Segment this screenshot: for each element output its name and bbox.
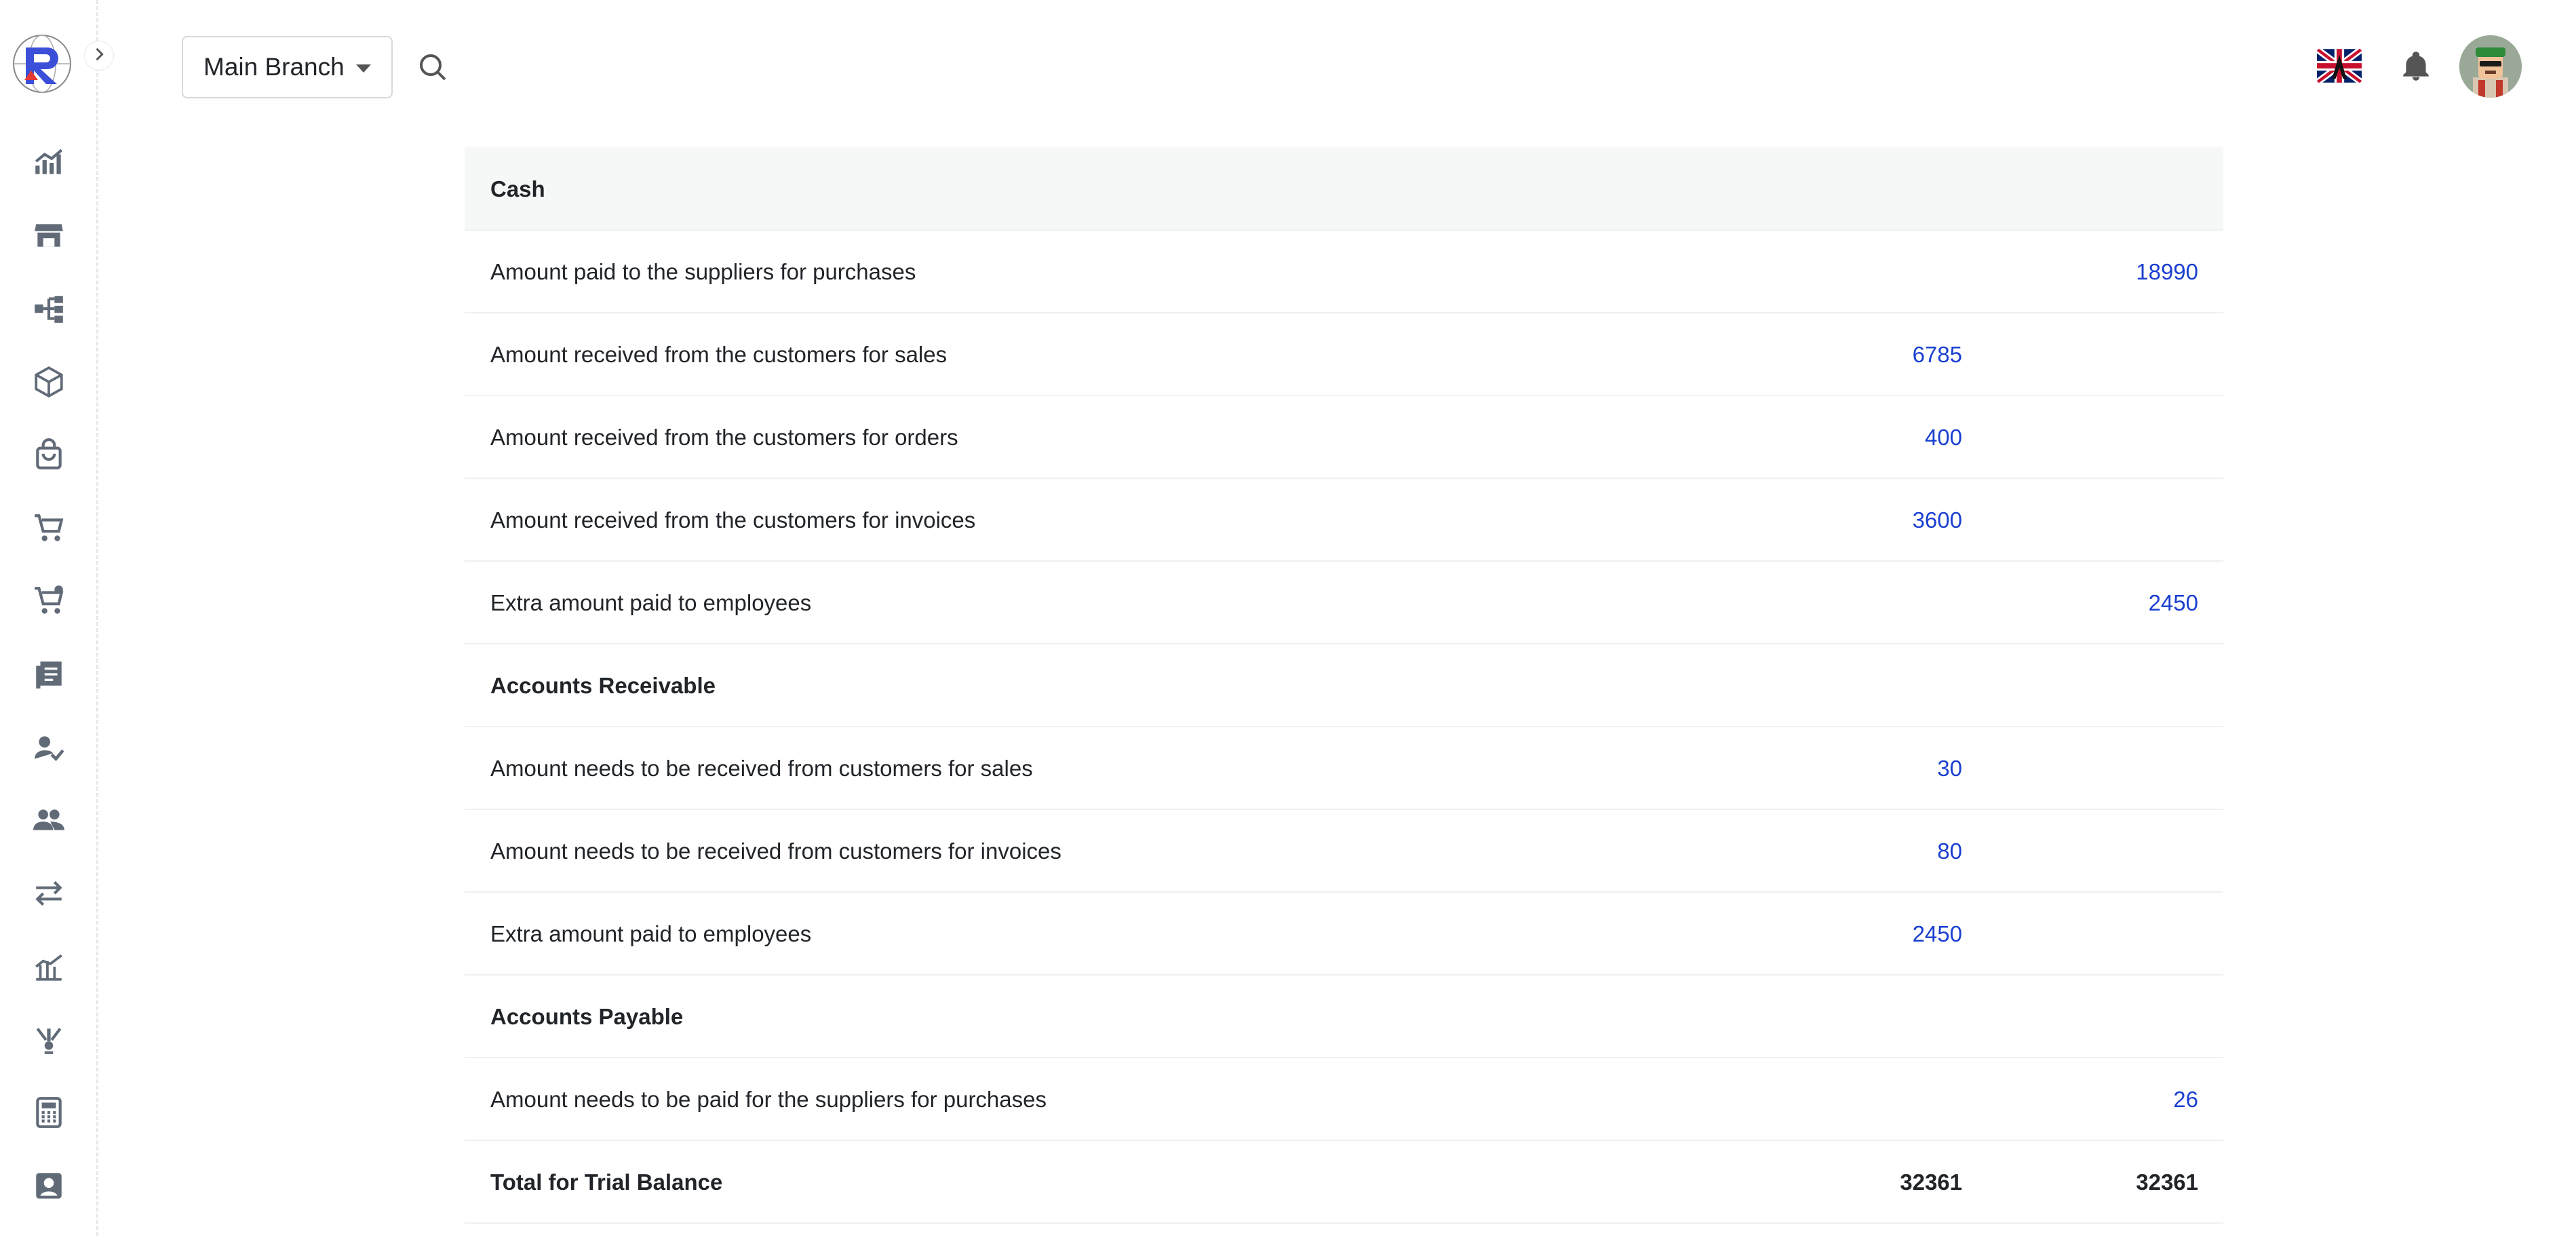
table-row: Amount needs to be received from custome…	[465, 810, 2223, 893]
store-icon[interactable]	[30, 216, 68, 254]
row-debit[interactable]: 80	[1759, 810, 1962, 893]
row-credit	[1995, 893, 2198, 976]
chevron-right-icon	[90, 45, 109, 67]
row-debit[interactable]: 30	[1759, 727, 1962, 810]
section-header-row: Cash	[465, 148, 2223, 231]
row-debit	[1759, 562, 1962, 644]
table-row: Amount received from the customers for s…	[465, 313, 2223, 396]
contact-icon[interactable]	[30, 1167, 68, 1205]
row-label: Extra amount paid to employees	[490, 590, 812, 615]
row-label: Accounts Payable	[490, 1004, 684, 1029]
row-debit[interactable]: 6785	[1759, 313, 1962, 396]
user-check-icon[interactable]	[30, 729, 68, 767]
row-debit: 32361	[1900, 1170, 1962, 1195]
row-label: Amount needs to be received from custome…	[490, 838, 1061, 864]
row-debit[interactable]: 400	[1759, 396, 1962, 479]
search-icon[interactable]	[416, 51, 449, 83]
row-label: Amount needs to be paid for the supplier…	[490, 1087, 1047, 1112]
cart-plus-icon[interactable]	[30, 582, 68, 620]
receipt-icon[interactable]	[30, 655, 68, 693]
row-debit	[1759, 644, 1962, 727]
branch-select-label: Main Branch	[203, 53, 345, 81]
hierarchy-icon[interactable]	[30, 290, 68, 328]
total-row: Total for Trial Balance 32361 32361	[465, 1141, 2223, 1224]
bell-icon[interactable]	[2399, 49, 2433, 84]
row-credit	[1995, 644, 2198, 727]
row-label: Total for Trial Balance	[490, 1170, 723, 1195]
row-credit	[1995, 313, 2198, 396]
calculator-icon[interactable]	[30, 1094, 68, 1132]
row-credit	[1995, 727, 2198, 810]
table-row: Amount received from the customers for i…	[465, 479, 2223, 562]
sidebar	[0, 0, 98, 1236]
table-row: Amount needs to be paid for the supplier…	[465, 1058, 2223, 1141]
row-credit	[1995, 479, 2198, 562]
chevron-down-icon	[356, 64, 371, 73]
row-label: Extra amount paid to employees	[490, 921, 812, 946]
sidebar-toggle-button[interactable]	[84, 41, 114, 71]
box-icon[interactable]	[30, 363, 68, 401]
transfer-icon[interactable]	[30, 874, 68, 912]
avatar[interactable]	[2459, 35, 2522, 98]
row-credit[interactable]: 18990	[1995, 231, 2198, 313]
row-debit	[1759, 976, 1962, 1058]
shopping-bag-icon[interactable]	[30, 436, 68, 474]
row-credit	[1995, 396, 2198, 479]
cart-icon[interactable]	[30, 509, 68, 547]
row-credit[interactable]: 26	[1995, 1058, 2198, 1141]
top-bar	[98, 0, 2576, 136]
chart-growth-icon[interactable]	[30, 948, 68, 986]
trial-balance-table: Cash Amount paid to the suppliers for pur…	[465, 0, 2223, 1224]
section-header-row: Accounts Payable	[465, 976, 2223, 1058]
row-label: Cash	[490, 176, 545, 201]
app-logo[interactable]	[11, 33, 73, 95]
table-row: Amount paid to the suppliers for purchas…	[465, 231, 2223, 313]
row-debit	[1759, 1058, 1962, 1141]
language-flag-icon[interactable]	[2317, 49, 2362, 83]
users-icon[interactable]	[30, 801, 68, 839]
row-label: Accounts Receivable	[490, 673, 716, 698]
warehouse-icon[interactable]	[30, 1021, 68, 1059]
row-credit	[1995, 810, 2198, 893]
table-row: Extra amount paid to employees 2450	[465, 893, 2223, 976]
table-row: Amount received from the customers for o…	[465, 396, 2223, 479]
row-debit[interactable]: 3600	[1759, 479, 1962, 562]
row-credit	[1995, 976, 2198, 1058]
chart-line-icon[interactable]	[30, 144, 68, 182]
table-row: Extra amount paid to employees 2450	[465, 562, 2223, 644]
row-label: Amount received from the customers for o…	[490, 425, 958, 450]
row-label: Amount received from the customers for i…	[490, 507, 976, 533]
row-debit	[1759, 231, 1962, 313]
row-label: Amount received from the customers for s…	[490, 342, 948, 367]
row-credit: 32361	[2136, 1170, 2198, 1195]
branch-select[interactable]: Main Branch	[182, 36, 393, 98]
row-label: Amount paid to the suppliers for purchas…	[490, 259, 916, 284]
row-credit	[1995, 148, 2198, 231]
table-row: Amount needs to be received from custome…	[465, 727, 2223, 810]
row-credit[interactable]: 2450	[1995, 562, 2198, 644]
row-label: Amount needs to be received from custome…	[490, 756, 1033, 781]
row-debit	[1759, 148, 1962, 231]
section-header-row: Accounts Receivable	[465, 644, 2223, 727]
row-debit[interactable]: 2450	[1759, 893, 1962, 976]
